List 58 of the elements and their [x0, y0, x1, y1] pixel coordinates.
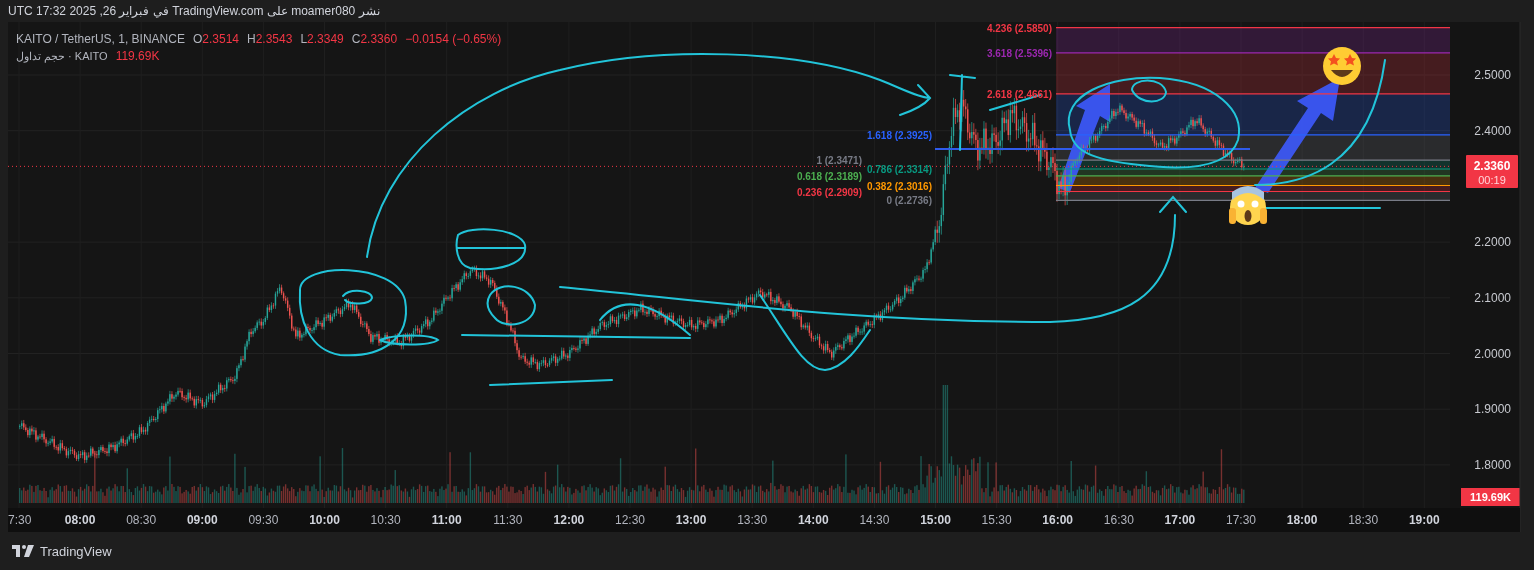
fib-level-label: 3.618 (2.5396) — [986, 47, 1052, 59]
time-axis-label: 18:30 — [1348, 513, 1379, 527]
time-axis-label: 13:00 — [675, 513, 707, 527]
fib-level-label: 0 (2.2736) — [886, 195, 932, 207]
publish-info: نشر moamer080 على TradingView.com في فبراير 26, 2025 17:32 UTC — [8, 4, 380, 18]
time-axis-label: 16:30 — [1103, 513, 1134, 527]
ohlc-key: C — [351, 32, 361, 46]
symbol-title: KAITO / TetherUS, 1, BINANCE — [16, 32, 185, 46]
time-axis-label: 11:30 — [493, 513, 523, 527]
ohlc-value: 2.3514 — [202, 32, 239, 46]
time-axis-label: 19:00 — [1408, 513, 1440, 527]
ohlc-value: 2.3360 — [360, 32, 398, 46]
time-axis-label: 12:30 — [615, 513, 645, 527]
ohlc-value: 2.3349 — [307, 32, 344, 46]
time-axis-label: 08:00 — [64, 513, 96, 527]
time-axis-label: 14:00 — [797, 513, 829, 527]
price-axis-label: 2.0000 — [1474, 346, 1511, 361]
current-price-label: 2.3360 — [1473, 159, 1511, 173]
time-axis-label: 15:30 — [981, 513, 1012, 527]
price-axis-label: 2.5000 — [1474, 68, 1511, 82]
volume-tag-label: 119.69K — [1470, 491, 1511, 503]
tradingview-logo-text: TradingView — [40, 543, 112, 559]
time-axis-label: 11:00 — [431, 513, 462, 527]
ohlc-key: O — [192, 32, 203, 46]
volume-value: 119.69K — [115, 49, 160, 63]
price-axis-label: 1.9000 — [1474, 402, 1511, 417]
price-axis-label: 2.2000 — [1474, 235, 1511, 250]
ohlc-value: 2.3543 — [255, 32, 293, 46]
price-axis-label: 1.8000 — [1474, 457, 1511, 472]
fib-level-label: 1.618 (2.3925) — [866, 129, 932, 141]
time-axis-label: 17:30 — [1226, 513, 1256, 527]
fib-level-label: 1 (2.3471) — [816, 155, 862, 167]
price-axis-label: 2.1000 — [1474, 290, 1511, 305]
time-axis-label: 09:00 — [186, 513, 218, 527]
fib-level-label: 0.382 (2.3016) — [866, 180, 932, 192]
time-axis-label: 12:00 — [553, 513, 585, 527]
time-axis-label: 10:30 — [370, 513, 401, 527]
fib-level-label: 2.618 (2.4661) — [986, 88, 1052, 100]
price-axis-label: 2.4000 — [1474, 123, 1511, 138]
bar-countdown-label: 00:19 — [1478, 174, 1506, 186]
time-axis-label: 09:30 — [248, 513, 279, 527]
time-axis-label: 18:00 — [1286, 513, 1318, 527]
time-axis-label: 17:00 — [1164, 513, 1196, 527]
time-axis-label: 15:00 — [920, 513, 951, 527]
time-axis-label: 16:00 — [1042, 513, 1074, 527]
ohlc-key: H — [247, 32, 256, 46]
fib-level-label: 0.786 (2.3314) — [866, 164, 932, 175]
time-axis-label: 13:30 — [737, 513, 768, 527]
time-axis-label: 7:30 — [8, 513, 32, 527]
fib-level-label: 0.618 (2.3189) — [796, 170, 862, 182]
time-axis-label: 10:00 — [309, 513, 340, 527]
price-change: −0.0154 (−0.65%) — [405, 32, 502, 46]
time-axis-label: 14:30 — [859, 513, 890, 527]
ohlc-key: L — [300, 32, 308, 46]
fib-level-label: 0.236 (2.2909) — [796, 186, 862, 198]
time-axis-label: 08:30 — [126, 513, 157, 527]
volume-label: حجم تداول · KAITO — [16, 50, 108, 63]
fib-level-label: 4.236 (2.5850) — [986, 22, 1052, 34]
